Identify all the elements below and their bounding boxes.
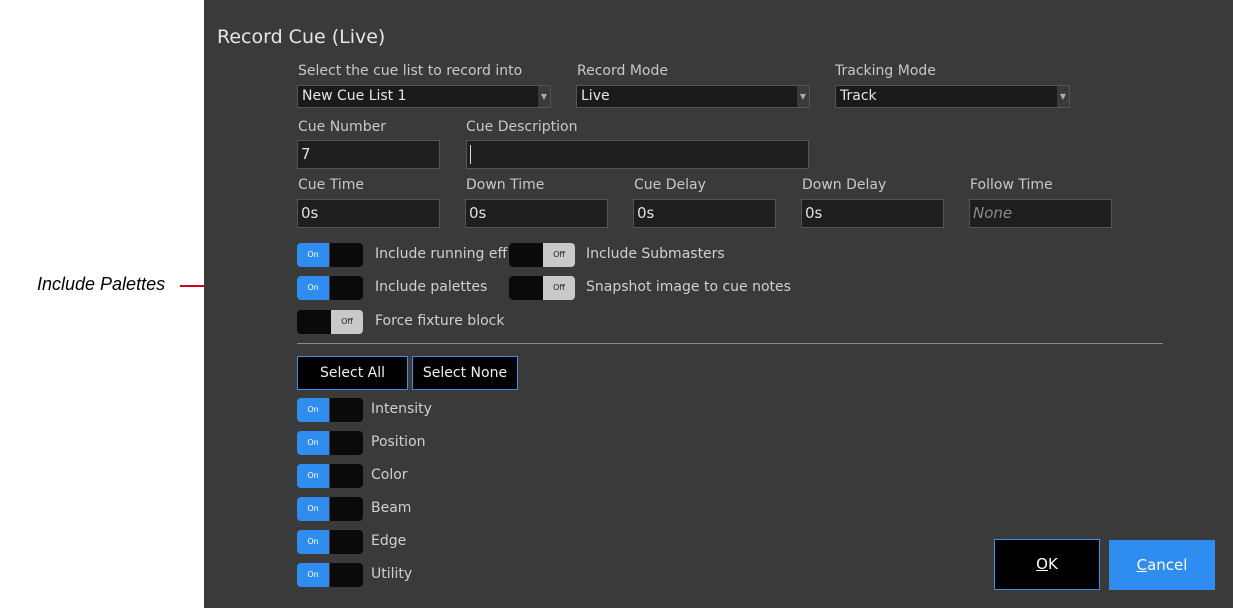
include-palettes-label: Include palettes xyxy=(375,279,488,295)
down-delay-input[interactable]: 0s xyxy=(801,199,944,228)
dialog-title: Record Cue (Live) xyxy=(217,26,386,48)
snapshot-image-label: Snapshot image to cue notes xyxy=(586,279,791,295)
annotation-label: Include Palettes xyxy=(37,274,166,294)
select-all-button[interactable]: Select All xyxy=(297,356,408,390)
select-none-button[interactable]: Select None xyxy=(412,356,518,390)
toggle-state: On xyxy=(297,563,329,587)
cue-number-label: Cue Number xyxy=(298,119,386,135)
down-delay-label: Down Delay xyxy=(802,177,887,193)
toggle-state: On xyxy=(297,431,329,455)
attribute-toggle-beam[interactable]: On xyxy=(297,497,363,521)
tracking-mode-value: Track xyxy=(840,88,877,104)
toggle-state: On xyxy=(297,464,329,488)
toggle-knob xyxy=(509,276,543,300)
down-time-label: Down Time xyxy=(466,177,545,193)
attribute-label-beam: Beam xyxy=(371,500,412,516)
attribute-label-position: Position xyxy=(371,434,426,450)
toggle-knob xyxy=(330,563,363,587)
cue-list-label: Select the cue list to record into xyxy=(298,63,523,79)
toggle-knob xyxy=(509,243,543,267)
attribute-label-edge: Edge xyxy=(371,533,407,549)
cue-description-label: Cue Description xyxy=(466,119,578,135)
cue-time-label: Cue Time xyxy=(298,177,364,193)
follow-time-label: Follow Time xyxy=(970,177,1053,193)
record-mode-label: Record Mode xyxy=(577,63,668,79)
include-submasters-toggle[interactable]: Off xyxy=(509,243,575,267)
toggle-state: On xyxy=(297,398,329,422)
cue-list-select[interactable]: New Cue List 1 ▼ xyxy=(297,85,551,108)
attribute-toggle-position[interactable]: On xyxy=(297,431,363,455)
chevron-down-icon[interactable]: ▼ xyxy=(1057,86,1069,107)
toggle-knob xyxy=(330,497,363,521)
include-running-effects-label: Include running eff xyxy=(375,246,508,262)
ok-button[interactable]: OK xyxy=(994,539,1100,590)
toggle-knob xyxy=(330,243,363,267)
cue-delay-label: Cue Delay xyxy=(634,177,706,193)
include-running-effects-toggle[interactable]: On xyxy=(297,243,363,267)
include-palettes-toggle[interactable]: On xyxy=(297,276,363,300)
attribute-label-intensity: Intensity xyxy=(371,401,432,417)
toggle-knob xyxy=(330,276,363,300)
cancel-button[interactable]: Cancel xyxy=(1109,540,1215,590)
toggle-knob xyxy=(297,310,331,334)
cue-list-value: New Cue List 1 xyxy=(302,88,407,104)
follow-time-input[interactable]: None xyxy=(969,199,1112,228)
toggle-state: Off xyxy=(543,276,575,300)
toggle-knob xyxy=(330,431,363,455)
toggle-knob xyxy=(330,398,363,422)
attribute-toggle-intensity[interactable]: On xyxy=(297,398,363,422)
section-divider xyxy=(297,343,1163,344)
toggle-state: On xyxy=(297,243,329,267)
cue-delay-input[interactable]: 0s xyxy=(633,199,776,228)
toggle-state: On xyxy=(297,276,329,300)
attribute-toggle-edge[interactable]: On xyxy=(297,530,363,554)
toggle-state: Off xyxy=(543,243,575,267)
toggle-state: On xyxy=(297,497,329,521)
chevron-down-icon[interactable]: ▼ xyxy=(797,86,809,107)
attribute-label-color: Color xyxy=(371,467,408,483)
toggle-state: On xyxy=(297,530,329,554)
cue-description-input[interactable] xyxy=(466,140,809,169)
down-time-input[interactable]: 0s xyxy=(465,199,608,228)
tracking-mode-select[interactable]: Track ▼ xyxy=(835,85,1070,108)
chevron-down-icon[interactable]: ▼ xyxy=(538,86,550,107)
tracking-mode-label: Tracking Mode xyxy=(835,63,936,79)
cancel-label-rest: ancel xyxy=(1147,556,1188,574)
toggle-state: Off xyxy=(331,310,363,334)
attribute-toggle-color[interactable]: On xyxy=(297,464,363,488)
toggle-knob xyxy=(330,530,363,554)
force-fixture-block-label: Force fixture block xyxy=(375,313,505,329)
record-cue-dialog: Record Cue (Live) Select the cue list to… xyxy=(204,0,1233,608)
cancel-mnemonic: C xyxy=(1136,556,1148,574)
ok-mnemonic: O xyxy=(1036,555,1048,573)
record-mode-select[interactable]: Live ▼ xyxy=(576,85,810,108)
cue-number-input[interactable]: 7 xyxy=(297,140,440,169)
snapshot-image-toggle[interactable]: Off xyxy=(509,276,575,300)
cue-time-input[interactable]: 0s xyxy=(297,199,440,228)
force-fixture-block-toggle[interactable]: Off xyxy=(297,310,363,334)
toggle-knob xyxy=(330,464,363,488)
attribute-toggle-utility[interactable]: On xyxy=(297,563,363,587)
record-mode-value: Live xyxy=(581,88,610,104)
text-caret xyxy=(470,145,471,164)
ok-label-rest: K xyxy=(1047,555,1058,573)
attribute-label-utility: Utility xyxy=(371,566,413,582)
include-submasters-label: Include Submasters xyxy=(586,246,725,262)
